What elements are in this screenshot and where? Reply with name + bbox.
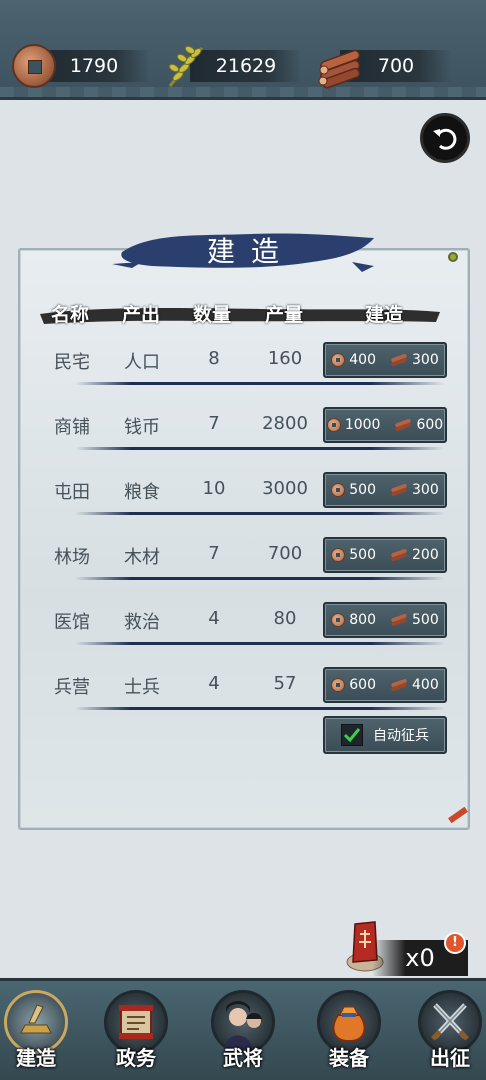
copper-coin-icon [8, 40, 60, 92]
building-name: 兵营 [54, 677, 90, 698]
grain-icon [162, 40, 214, 92]
building-yield: 2800 [262, 413, 308, 434]
building-count: 8 [208, 348, 220, 369]
auto-recruit-label: 自动征兵 [373, 728, 429, 744]
build-button[interactable]: 800 500 [323, 602, 447, 638]
cost-coin: 1000 [344, 417, 381, 433]
building-count: 10 [202, 478, 226, 499]
corner-stud-icon [448, 252, 458, 262]
building-output: 士兵 [124, 677, 160, 698]
row-divider [75, 512, 445, 515]
row-divider [75, 577, 445, 580]
build-button[interactable]: 600 400 [323, 667, 447, 703]
header-output: 产出 [122, 304, 161, 326]
cost-wood: 300 [412, 352, 439, 368]
building-output: 粮食 [124, 482, 160, 503]
undo-arrow-icon [433, 128, 457, 150]
token-alert-icon[interactable]: ! [444, 932, 466, 954]
wood-icon [391, 484, 407, 496]
build-button[interactable]: 500 300 [323, 472, 447, 508]
panel-title: 建造 [206, 235, 295, 268]
coin-icon [326, 418, 341, 432]
cost-wood: 200 [412, 547, 439, 563]
building-name: 医馆 [54, 612, 90, 633]
row-divider [75, 382, 445, 385]
nav-affairs[interactable]: 政务 [100, 990, 172, 1080]
coin-icon [331, 483, 346, 497]
building-yield: 700 [267, 543, 303, 564]
row-divider [75, 447, 445, 450]
cost-coin: 600 [349, 677, 376, 693]
cost-coin: 500 [349, 482, 376, 498]
building-count: 4 [208, 608, 220, 629]
wood-icon [395, 419, 412, 431]
building-yield: 3000 [262, 478, 308, 499]
building-yield: 160 [267, 348, 303, 369]
coin-icon [331, 548, 346, 562]
nav-generals-label: 武将 [223, 1046, 263, 1070]
header-build: 建造 [365, 304, 404, 326]
nav-generals[interactable]: 武将 [207, 990, 279, 1080]
wood-icon [391, 679, 407, 691]
auto-recruit-toggle[interactable]: 自动征兵 [323, 716, 447, 754]
build-button[interactable]: 500 200 [323, 537, 447, 573]
auto-recruit-checkbox[interactable] [341, 724, 363, 746]
building-output: 钱币 [124, 417, 160, 438]
wood-icon [391, 614, 407, 626]
coin-icon [331, 613, 346, 627]
cost-coin: 400 [349, 352, 376, 368]
back-button[interactable] [420, 113, 470, 163]
building-output: 救治 [124, 612, 160, 633]
row-divider [75, 642, 445, 645]
cost-coin: 500 [349, 547, 376, 563]
cost-wood: 500 [412, 612, 439, 628]
building-count: 7 [208, 543, 220, 564]
building-yield: 80 [273, 608, 297, 629]
building-name: 屯田 [54, 482, 90, 503]
nav-expedition[interactable]: 出征 [414, 990, 486, 1080]
building-name: 林场 [54, 547, 90, 568]
nav-equipment[interactable]: 装备 [313, 990, 385, 1080]
coin-icon [331, 678, 346, 692]
nav-build[interactable]: 建造 [0, 990, 72, 1080]
nav-equipment-label: 装备 [329, 1046, 369, 1070]
nav-expedition-label: 出征 [430, 1046, 470, 1070]
cost-coin: 800 [349, 612, 376, 628]
building-output: 木材 [124, 547, 160, 568]
wood-logs-icon [314, 40, 366, 92]
building-count: 4 [208, 673, 220, 694]
building-count: 7 [208, 413, 220, 434]
build-button[interactable]: 1000 600 [323, 407, 447, 443]
header-name: 名称 [51, 304, 90, 326]
checkmark-icon [343, 728, 361, 743]
nav-affairs-label: 政务 [116, 1046, 156, 1070]
cost-wood: 400 [412, 677, 439, 693]
building-output: 人口 [124, 352, 160, 373]
cost-wood: 300 [412, 482, 439, 498]
build-button[interactable]: 400 300 [323, 342, 447, 378]
coin-icon [331, 353, 346, 367]
header-yield: 产量 [265, 304, 304, 326]
building-name: 商铺 [54, 417, 90, 438]
wood-icon [391, 549, 407, 561]
row-divider [75, 707, 445, 710]
header-count: 数量 [193, 304, 232, 326]
building-name: 民宅 [54, 352, 90, 373]
cost-wood: 600 [416, 417, 444, 433]
nav-build-label: 建造 [16, 1046, 56, 1070]
wood-icon [391, 354, 407, 366]
building-yield: 57 [273, 673, 297, 694]
